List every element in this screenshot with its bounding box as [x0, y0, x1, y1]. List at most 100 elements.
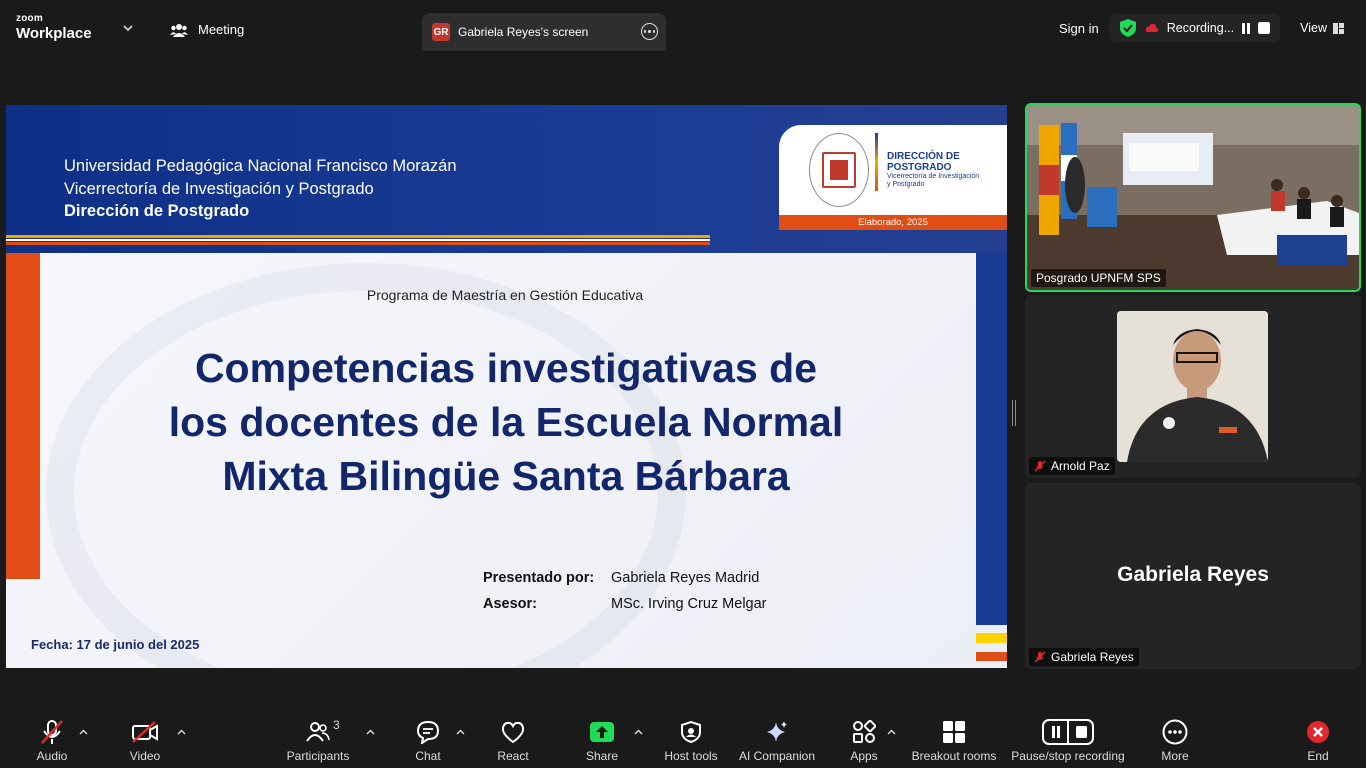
- shield-check-icon[interactable]: [1119, 18, 1137, 38]
- meeting-label: Meeting: [198, 22, 245, 37]
- meeting-tab[interactable]: Meeting: [170, 22, 244, 37]
- more-button[interactable]: More: [1156, 718, 1194, 763]
- more-label: More: [1161, 749, 1189, 763]
- participant-name-tag: Gabriela Reyes: [1029, 648, 1139, 666]
- screen-share-tab[interactable]: GR Gabriela Reyes's screen: [422, 13, 666, 51]
- shared-screen-slide: Universidad Pedagógica Nacional Francisc…: [6, 105, 1007, 668]
- ai-companion-button[interactable]: AI Companion: [736, 718, 818, 763]
- microphone-muted-icon: [1034, 651, 1046, 663]
- audio-label: Audio: [36, 749, 68, 763]
- logo-title: DIRECCIÓN DE POSTGRADO: [887, 151, 960, 173]
- room-camera-video: [1027, 105, 1359, 290]
- camera-off-icon: [132, 721, 158, 743]
- chat-options-caret-icon[interactable]: [456, 728, 465, 737]
- people-icon: [170, 23, 188, 37]
- cloud-recording-icon: [1145, 23, 1158, 32]
- header-stripe-white: [6, 239, 710, 241]
- react-label: React: [497, 749, 529, 763]
- more-options-icon[interactable]: [641, 23, 658, 40]
- view-button[interactable]: View: [1300, 21, 1344, 35]
- university-name: Universidad Pedagógica Nacional Francisc…: [64, 157, 457, 175]
- apps-button[interactable]: Apps: [846, 718, 882, 763]
- postgrado-logo-card: DIRECCIÓN DE POSTGRADO Vicerrectoría de …: [779, 125, 1007, 215]
- shield-icon: [681, 721, 701, 743]
- logo-subtitle-line2: y Postgrado: [887, 181, 925, 188]
- host-tools-label: Host tools: [664, 749, 718, 763]
- breakout-rooms-button[interactable]: Breakout rooms: [910, 718, 998, 763]
- participants-icon: [306, 722, 330, 742]
- microphone-muted-icon: [41, 720, 63, 744]
- participants-button[interactable]: 3 Participants: [283, 718, 353, 763]
- share-options-caret-icon[interactable]: [634, 728, 643, 737]
- chevron-down-icon[interactable]: [122, 22, 134, 34]
- end-meeting-button[interactable]: End: [1300, 718, 1336, 763]
- right-yellow-bar: [976, 633, 1007, 643]
- host-tools-button[interactable]: Host tools: [660, 718, 722, 763]
- share-label: Share: [585, 749, 619, 763]
- video-button[interactable]: Video: [124, 718, 166, 763]
- pause-stop-recording-button[interactable]: Pause/stop recording: [1008, 718, 1128, 763]
- grid-view-icon: [1333, 22, 1344, 34]
- zoom-workplace-logo: zoom Workplace: [16, 13, 92, 42]
- view-label: View: [1300, 21, 1327, 35]
- presenter-badge: GR: [432, 23, 450, 41]
- participant-name: Gabriela Reyes: [1051, 650, 1134, 664]
- react-button[interactable]: React: [494, 718, 532, 763]
- top-right-controls: Sign in Recording... View: [1059, 14, 1366, 42]
- participant-name-tag: Posgrado UPNFM SPS: [1031, 269, 1166, 287]
- participant-name: Arnold Paz: [1051, 459, 1110, 473]
- sign-in-button[interactable]: Sign in: [1059, 21, 1099, 36]
- direccion-name: Dirección de Postgrado: [64, 202, 250, 220]
- apps-options-caret-icon[interactable]: [887, 728, 896, 737]
- pause-stop-recording-label: Pause/stop recording: [1011, 749, 1125, 763]
- apps-label: Apps: [850, 749, 878, 763]
- asesor-value: MSc. Irving Cruz Melgar: [611, 596, 767, 612]
- presentado-label: Presentado por:: [483, 570, 595, 586]
- logo-line2: Workplace: [16, 25, 92, 42]
- video-options-caret-icon[interactable]: [177, 728, 186, 737]
- more-dots-icon: [1162, 719, 1188, 745]
- chat-button[interactable]: Chat: [410, 718, 446, 763]
- panel-resize-handle[interactable]: [1012, 400, 1016, 426]
- right-orange-bar: [976, 652, 1007, 661]
- recording-label: Recording...: [1166, 21, 1235, 35]
- vicerrectoria-name: Vicerrectoría de Investigación y Postgra…: [64, 179, 374, 198]
- top-bar: zoom Workplace Meeting GR Gabriela Reyes…: [0, 0, 1366, 52]
- video-tile-arnold[interactable]: Arnold Paz: [1025, 295, 1361, 478]
- title-line2: los docentes de la Escuela Normal: [168, 399, 844, 445]
- title-line1: Competencias investigativas de: [194, 345, 818, 391]
- logo-line1: zoom: [16, 13, 43, 24]
- video-tile-posgrado[interactable]: Posgrado UPNFM SPS: [1025, 103, 1361, 292]
- end-label: End: [1307, 749, 1329, 763]
- heart-icon: [501, 721, 525, 743]
- logo-title-line2: POSTGRADO: [887, 162, 952, 173]
- stop-recording-icon[interactable]: [1258, 22, 1271, 34]
- pause-recording-icon[interactable]: [1242, 22, 1251, 34]
- title-line3: Mixta Bilingüe Santa Bárbara: [222, 453, 790, 499]
- ai-companion-label: AI Companion: [738, 749, 816, 763]
- university-heading: Universidad Pedagógica Nacional Francisc…: [64, 155, 457, 223]
- chat-label: Chat: [415, 749, 441, 763]
- audio-button[interactable]: Audio: [30, 718, 74, 763]
- video-tile-gabriela[interactable]: Gabriela Reyes Gabriela Reyes: [1025, 483, 1361, 669]
- person-silhouette-icon: [1117, 311, 1268, 462]
- participants-label: Participants: [286, 749, 350, 763]
- participant-display-name: Gabriela Reyes: [1117, 563, 1269, 586]
- recording-indicator: Recording...: [1108, 14, 1281, 42]
- microphone-muted-icon: [1034, 460, 1046, 472]
- presentado-value: Gabriela Reyes Madrid: [611, 570, 760, 586]
- slide-header: Universidad Pedagógica Nacional Francisc…: [6, 105, 1007, 253]
- slide-body: Programa de Maestría en Gestión Educativ…: [6, 253, 1007, 668]
- sparkle-icon: [767, 721, 787, 742]
- logo-subtitle-line1: Vicerrectoría de Investigación: [887, 173, 980, 180]
- logo-title-line1: DIRECCIÓN DE: [887, 151, 960, 162]
- header-stripe-orange: [6, 242, 710, 245]
- participants-options-caret-icon[interactable]: [366, 728, 375, 737]
- share-button[interactable]: Share: [582, 718, 622, 763]
- thesis-title: Competencias investigativas de los docen…: [106, 341, 906, 503]
- logo-subtitle: Vicerrectoría de Investigación y Postgra…: [887, 173, 979, 189]
- header-stripe-yellow: [6, 235, 710, 238]
- meeting-toolbar: Audio Video 3 Participants Chat React Sh…: [0, 700, 1366, 768]
- participant-photo: [1117, 311, 1268, 462]
- audio-options-caret-icon[interactable]: [79, 728, 88, 737]
